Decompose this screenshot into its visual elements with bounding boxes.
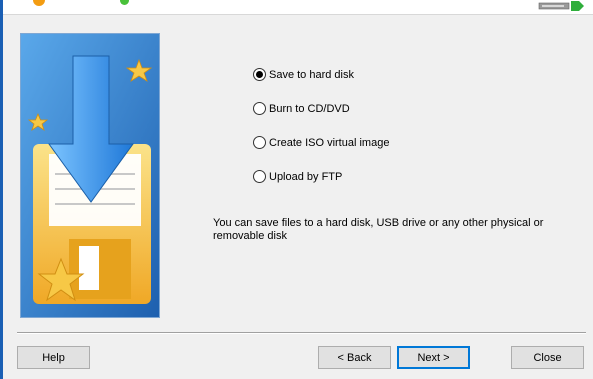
option-label: Upload by FTP [269,170,343,183]
logo-accent-icon [120,0,129,5]
back-button[interactable]: < Back [318,346,391,369]
save-illustration [20,33,160,318]
option-label: Save to hard disk [269,68,354,81]
usb-drive-icon [538,1,584,11]
option-save-to-hard-disk[interactable]: Save to hard disk [253,68,354,81]
option-label: Burn to CD/DVD [269,102,350,115]
radio-burn-to-cd-dvd[interactable] [253,102,266,115]
save-floppy-download-icon [21,34,159,317]
separator [17,332,586,334]
help-button[interactable]: Help [17,346,90,369]
close-button[interactable]: Close [511,346,584,369]
next-button[interactable]: Next > [397,346,470,369]
radio-save-to-hard-disk[interactable] [253,68,266,81]
header-banner [3,0,593,15]
radio-create-iso-image[interactable] [253,136,266,149]
option-label: Create ISO virtual image [269,136,390,149]
option-description: You can save files to a hard disk, USB d… [213,217,544,242]
option-burn-to-cd-dvd[interactable]: Burn to CD/DVD [253,102,350,115]
option-create-iso-image[interactable]: Create ISO virtual image [253,136,389,149]
option-upload-by-ftp[interactable]: Upload by FTP [253,170,342,183]
radio-upload-by-ftp[interactable] [253,170,266,183]
logo-icon [33,0,45,6]
window-left-border [0,0,3,379]
